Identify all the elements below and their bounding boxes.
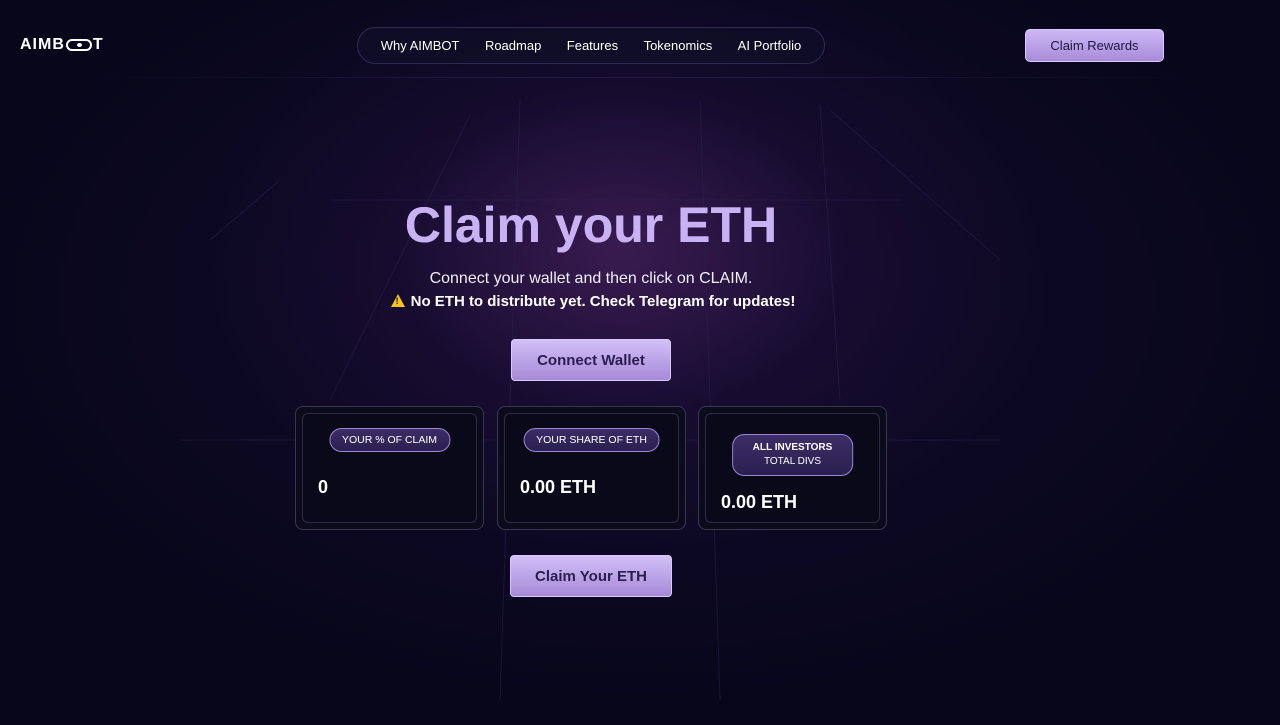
stat-card-total-divs: ALL INVESTORS TOTAL DIVS 0.00 ETH <box>698 406 887 530</box>
stat-label-total-divs: ALL INVESTORS TOTAL DIVS <box>731 434 854 476</box>
stat-card-claim-percent: YOUR % OF CLAIM 0 <box>295 406 484 530</box>
stat-card-inner: YOUR SHARE OF ETH 0.00 ETH <box>504 413 679 523</box>
header-divider <box>80 77 1200 78</box>
claim-rewards-button[interactable]: Claim Rewards <box>1025 29 1164 62</box>
stat-value-total-divs: 0.00 ETH <box>721 492 798 512</box>
connect-wallet-button[interactable]: Connect Wallet <box>511 339 671 381</box>
claim-page: AIMB T Why AIMBOT Roadmap Features Tokeno… <box>0 0 1280 725</box>
nav-ai-portfolio[interactable]: AI Portfolio <box>738 38 802 53</box>
stat-label-line1: ALL INVESTORS <box>752 442 833 453</box>
nav-why-aimbot[interactable]: Why AIMBOT <box>381 38 460 53</box>
stat-label-line2: TOTAL DIVS <box>763 456 822 467</box>
subtitle: Connect your wallet and then click on CL… <box>429 270 753 287</box>
warning-icon <box>390 294 405 307</box>
logo-text-right: T <box>92 36 104 53</box>
nav-roadmap[interactable]: Roadmap <box>485 38 541 53</box>
main-nav: Why AIMBOT Roadmap Features Tokenomics A… <box>357 27 825 64</box>
nav-tokenomics[interactable]: Tokenomics <box>644 38 713 53</box>
stat-label-eth-share: YOUR SHARE OF ETH <box>523 428 660 452</box>
stat-label-claim-percent: YOUR % OF CLAIM <box>328 428 451 452</box>
logo-text-left: AIMB <box>20 36 65 53</box>
nav-features[interactable]: Features <box>567 38 618 53</box>
aimbot-logo[interactable]: AIMB T <box>20 36 104 54</box>
stat-value-eth-share: 0.00 ETH <box>520 477 597 497</box>
warning-text: No ETH to distribute yet. Check Telegram… <box>410 293 796 310</box>
stat-card-eth-share: YOUR SHARE OF ETH 0.00 ETH <box>497 406 686 530</box>
page-title: Claim your ETH <box>0 196 1182 254</box>
stat-value-claim-percent: 0 <box>318 477 329 497</box>
claim-eth-button[interactable]: Claim Your ETH <box>510 555 672 597</box>
stat-card-inner: YOUR % OF CLAIM 0 <box>302 413 477 523</box>
stat-card-inner: ALL INVESTORS TOTAL DIVS 0.00 ETH <box>705 413 880 523</box>
logo-o-icon <box>65 39 92 51</box>
warning-message: No ETH to distribute yet. Check Telegram… <box>0 293 1186 310</box>
